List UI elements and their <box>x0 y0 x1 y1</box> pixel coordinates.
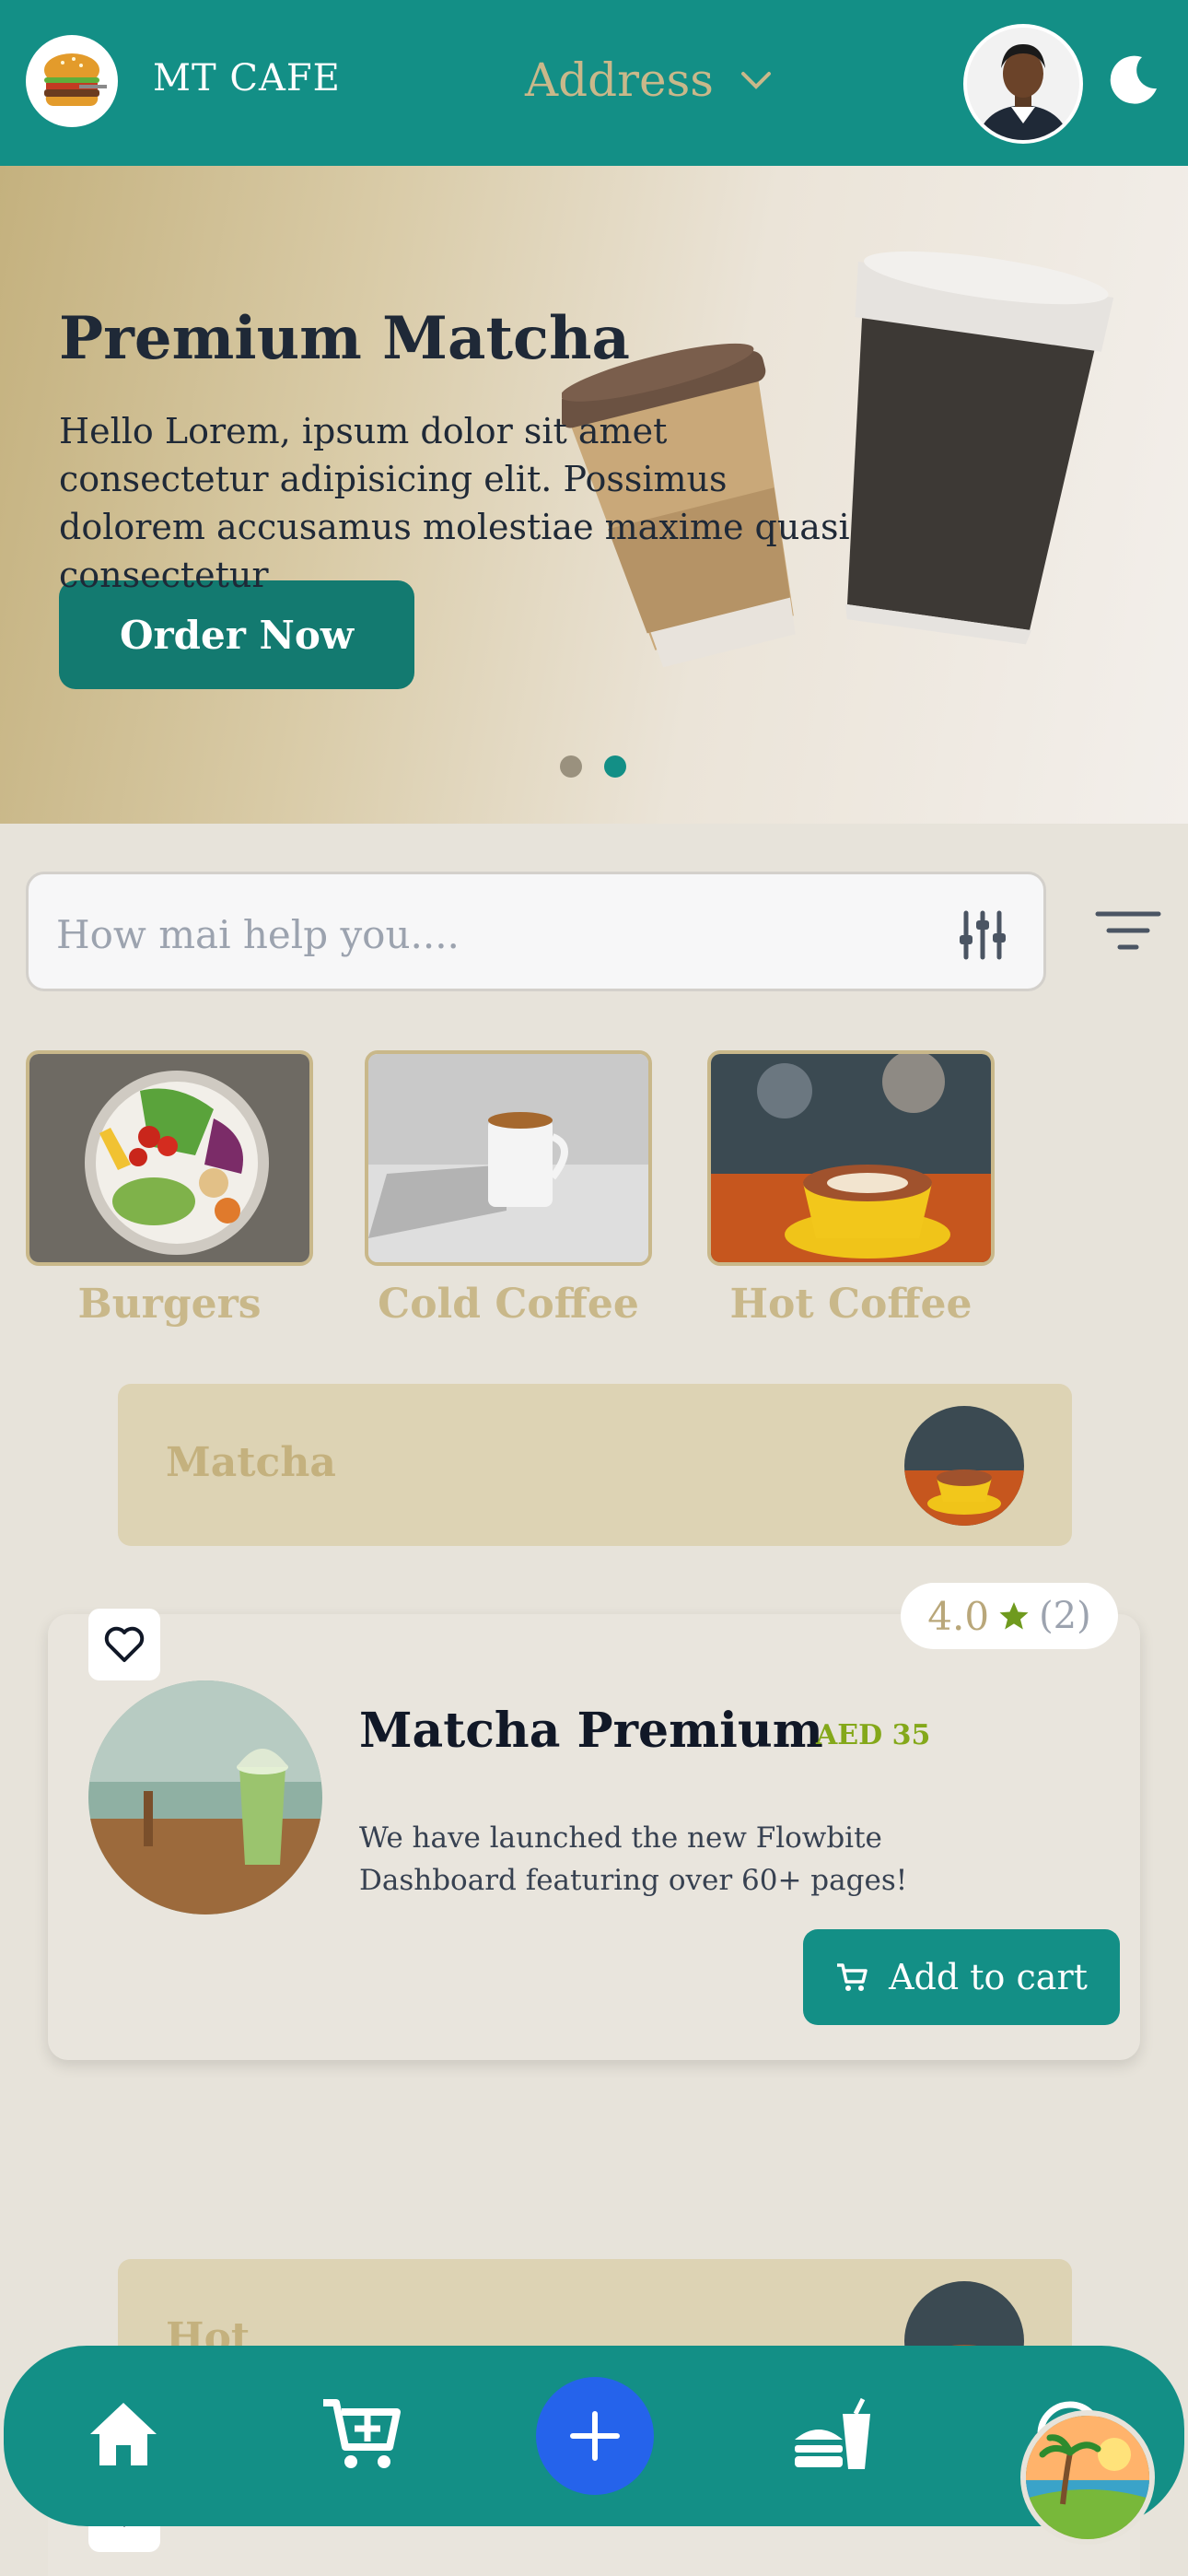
carousel-dot-1[interactable] <box>560 755 582 778</box>
favorite-button[interactable] <box>88 1609 160 1680</box>
hero-title: Premium Matcha <box>59 304 630 373</box>
category-label: Hot Coffee <box>729 1281 973 1328</box>
rating-value: 4.0 <box>927 1593 990 1639</box>
search-bar <box>26 872 1046 991</box>
heart-icon <box>104 1626 145 1662</box>
sliders-icon[interactable] <box>955 907 1010 963</box>
address-selector[interactable]: Address <box>525 48 775 112</box>
beach-icon[interactable] <box>1020 2410 1155 2545</box>
category-label: Burgers <box>77 1281 262 1328</box>
bottom-navigation <box>4 2346 1184 2526</box>
rating-badge: 4.0 (2) <box>901 1583 1118 1649</box>
product-name: Matcha Premium <box>359 1703 823 1759</box>
product-description: We have launched the new Flowbite Dashbo… <box>359 1821 908 1897</box>
product-price: AED 35 <box>816 1719 931 1751</box>
category-image <box>26 1050 313 1266</box>
address-label: Address <box>525 53 714 107</box>
moon-icon[interactable] <box>1107 52 1162 107</box>
category-label: Cold Coffee <box>378 1281 639 1328</box>
add-to-cart-label: Add to cart <box>889 1957 1088 1997</box>
carousel-dots <box>560 755 626 778</box>
section-title: Matcha <box>166 1439 336 1486</box>
cart-icon <box>837 1963 868 1991</box>
category-cold-coffee[interactable]: Cold Coffee <box>365 1050 652 1328</box>
product-image[interactable] <box>88 1680 322 1914</box>
hero-banner: Premium Matcha Hello Lorem, ipsum dolor … <box>0 166 1188 824</box>
user-avatar[interactable] <box>963 24 1083 144</box>
add-to-cart-button[interactable]: Add to cart <box>803 1929 1120 2025</box>
burger-logo-icon[interactable] <box>26 35 118 127</box>
category-hot-coffee[interactable]: Hot Coffee <box>707 1050 995 1328</box>
category-image <box>365 1050 652 1266</box>
fast-food-icon[interactable] <box>788 2390 877 2478</box>
section-thumbnail <box>904 1406 1024 1526</box>
home-icon[interactable] <box>79 2390 168 2478</box>
category-burgers[interactable]: Burgers <box>26 1050 313 1328</box>
section-matcha[interactable]: Matcha <box>118 1384 1072 1546</box>
top-header: MT CAFE Address <box>0 0 1188 166</box>
cart-plus-icon[interactable] <box>317 2390 405 2478</box>
add-icon[interactable] <box>536 2377 654 2495</box>
filter-icon[interactable] <box>1094 903 1162 958</box>
rating-count: (2) <box>1039 1595 1091 1637</box>
hero-description: Hello Lorem, ipsum dolor sit amet consec… <box>59 411 850 595</box>
search-input[interactable] <box>56 902 885 966</box>
category-image <box>707 1050 995 1266</box>
chevron-down-icon <box>740 72 771 89</box>
brand-name: MT CAFE <box>153 57 341 100</box>
star-icon <box>999 1602 1029 1630</box>
carousel-dot-2[interactable] <box>604 755 626 778</box>
